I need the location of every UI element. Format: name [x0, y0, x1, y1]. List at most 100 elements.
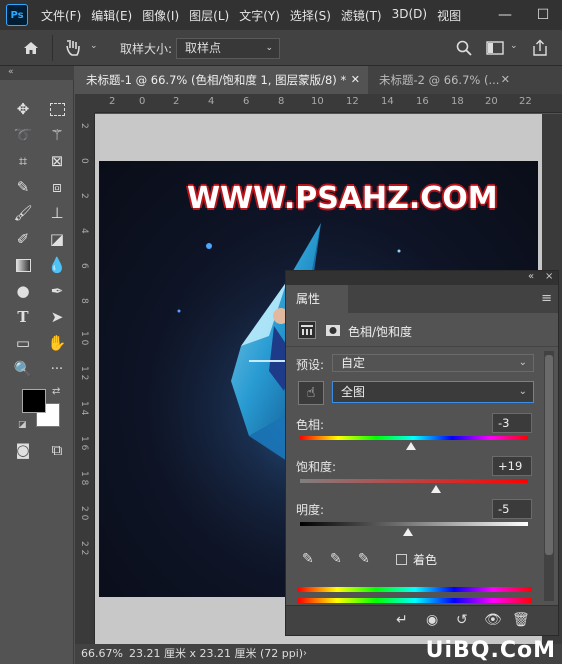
- eyedropper-icon[interactable]: ✎: [302, 551, 314, 567]
- lightness-label: 明度:: [296, 503, 325, 517]
- properties-scrollbar-thumb[interactable]: [545, 355, 553, 555]
- add-to-sample-eyedropper-icon[interactable]: ✎: [330, 551, 342, 567]
- ruler-label: 12: [346, 96, 359, 107]
- adjustment-header: 色相/饱和度: [286, 313, 558, 347]
- workspace-icon[interactable]: [486, 41, 504, 55]
- lasso-tool-icon[interactable]: ➰: [10, 123, 36, 147]
- menu-select[interactable]: 选择(S): [285, 7, 336, 24]
- saturation-slider-track[interactable]: [300, 479, 528, 483]
- default-colors-icon[interactable]: ◪: [18, 420, 27, 430]
- reset-icon[interactable]: ↺: [456, 612, 468, 628]
- frame-tool-icon[interactable]: ⊠: [44, 149, 70, 173]
- preset-select[interactable]: 自定 ⌄: [332, 354, 534, 372]
- crop-tool-icon[interactable]: ⌗: [10, 149, 36, 173]
- move-tool-icon[interactable]: ✥: [10, 97, 36, 121]
- lightness-slider-track[interactable]: [300, 522, 528, 526]
- clone-stamp-tool-icon[interactable]: ⊥: [44, 201, 70, 225]
- zoom-level[interactable]: 66.67%: [81, 644, 123, 664]
- sample-size-value: 取样点: [185, 41, 222, 55]
- channel-value: 全图: [341, 385, 366, 399]
- menu-image[interactable]: 图像(I): [137, 7, 184, 24]
- hue-slider-track[interactable]: [300, 436, 528, 440]
- view-previous-state-icon[interactable]: ◉: [426, 612, 438, 628]
- menu-file[interactable]: 文件(F): [36, 7, 86, 24]
- photoshop-logo[interactable]: Ps: [6, 4, 28, 26]
- ruler-label: 1 4: [79, 401, 89, 416]
- brush-tool-icon[interactable]: 🖌: [10, 201, 36, 225]
- quick-mask-icon[interactable]: ◙: [10, 438, 36, 462]
- document-tab[interactable]: 未标题-2 @ 66.7% (... ✕: [368, 66, 518, 94]
- maximize-button[interactable]: ☐: [524, 0, 562, 30]
- marquee-tool-icon[interactable]: [44, 97, 70, 121]
- properties-footer: ↵ ◉ ↺ 👁 🗑: [286, 605, 558, 635]
- gradient-tool-icon[interactable]: [10, 253, 36, 277]
- screen-mode-icon[interactable]: ⧉: [44, 438, 70, 462]
- vertical-ruler: 2 0 2 4 6 8 1 0 1 2 1 4 1 6 1 8 2 0 2 2: [75, 113, 95, 644]
- close-panel-icon[interactable]: ×: [545, 271, 553, 282]
- eraser-tool-icon[interactable]: ◪: [44, 227, 70, 251]
- magic-wand-tool-icon[interactable]: ⚚: [44, 123, 70, 147]
- sample-size-select[interactable]: 取样点 ⌄: [176, 38, 280, 59]
- clip-to-layer-icon[interactable]: ↵: [396, 612, 408, 628]
- menu-layer[interactable]: 图层(L): [184, 7, 234, 24]
- hand-tool-icon[interactable]: ✋: [44, 331, 70, 355]
- more-tools-icon[interactable]: ···: [44, 357, 70, 381]
- share-icon[interactable]: [532, 39, 548, 57]
- type-tool-icon[interactable]: T: [10, 305, 36, 329]
- rectangle-tool-icon[interactable]: ▭: [10, 331, 36, 355]
- minimize-button[interactable]: —: [486, 0, 524, 30]
- saturation-value-input[interactable]: +19: [492, 456, 532, 476]
- foreground-color-swatch[interactable]: [22, 389, 46, 413]
- close-icon[interactable]: ✕: [501, 66, 510, 94]
- menu-edit[interactable]: 编辑(E): [86, 7, 137, 24]
- ruler-label: 2 2: [79, 541, 89, 556]
- panel-menu-icon[interactable]: ≡: [541, 291, 552, 306]
- tools-panel-collapse[interactable]: «: [0, 66, 74, 80]
- hue-value-input[interactable]: -3: [492, 413, 532, 433]
- subtract-from-sample-eyedropper-icon[interactable]: ✎: [358, 551, 370, 567]
- delete-icon[interactable]: 🗑: [512, 612, 530, 628]
- colorize-checkbox[interactable]: [396, 554, 407, 565]
- menu-type[interactable]: 文字(Y): [234, 7, 285, 24]
- tab-properties[interactable]: 属性: [286, 285, 348, 313]
- menu-3d[interactable]: 3D(D): [387, 7, 432, 24]
- hue-saturation-adjustment-icon[interactable]: [298, 321, 316, 339]
- document-tab-active[interactable]: 未标题-1 @ 66.7% (色相/饱和度 1, 图层蒙版/8) * ✕: [75, 66, 368, 94]
- ruler-label: 14: [381, 96, 394, 107]
- visibility-eye-icon[interactable]: 👁: [484, 612, 502, 628]
- blur-tool-icon[interactable]: 💧: [44, 253, 70, 277]
- document-info: 23.21 厘米 x 23.21 厘米 (72 ppi): [129, 647, 304, 660]
- history-brush-tool-icon[interactable]: ✐: [10, 227, 36, 251]
- swap-colors-icon[interactable]: ⇄: [52, 386, 60, 397]
- 3d-material-tool-icon[interactable]: ⧈: [44, 175, 70, 199]
- channel-select[interactable]: 全图 ⌄: [332, 381, 534, 403]
- zoom-tool-icon[interactable]: 🔍: [10, 357, 36, 381]
- workspace-chevron-icon[interactable]: ⌄: [510, 41, 518, 51]
- sample-size-label: 取样大小:: [120, 42, 173, 56]
- menu-view[interactable]: 视图: [432, 7, 466, 24]
- menu-filter[interactable]: 滤镜(T): [336, 7, 387, 24]
- hue-label: 色相:: [296, 418, 325, 432]
- layer-mask-icon[interactable]: [324, 321, 342, 339]
- dodge-tool-icon[interactable]: ●: [10, 279, 36, 303]
- saturation-slider-thumb[interactable]: [430, 485, 441, 493]
- search-icon[interactable]: [456, 40, 472, 56]
- preset-label: 预设:: [296, 358, 325, 372]
- ruler-label: 8: [278, 96, 285, 107]
- home-icon[interactable]: [22, 39, 40, 57]
- eyedropper-tool-icon[interactable]: ✎: [10, 175, 36, 199]
- hue-slider-thumb[interactable]: [405, 442, 416, 450]
- adjustment-title: 色相/饱和度: [348, 325, 413, 339]
- collapse-panel-icon[interactable]: «: [528, 271, 534, 282]
- ruler-label: 20: [485, 96, 498, 107]
- ruler-label: 2: [173, 96, 180, 107]
- on-image-adjustment-button[interactable]: ☝: [298, 381, 324, 405]
- path-selection-tool-icon[interactable]: ➤: [44, 305, 70, 329]
- pen-tool-icon[interactable]: ✒: [44, 279, 70, 303]
- close-icon[interactable]: ✕: [351, 66, 360, 94]
- status-menu-arrow-icon[interactable]: ›: [303, 644, 307, 664]
- lightness-value-input[interactable]: -5: [492, 499, 532, 519]
- lightness-slider-thumb[interactable]: [403, 528, 414, 536]
- tool-dropdown-chevron-icon[interactable]: ⌄: [90, 41, 98, 51]
- color-sampler-tool-icon[interactable]: [64, 38, 86, 58]
